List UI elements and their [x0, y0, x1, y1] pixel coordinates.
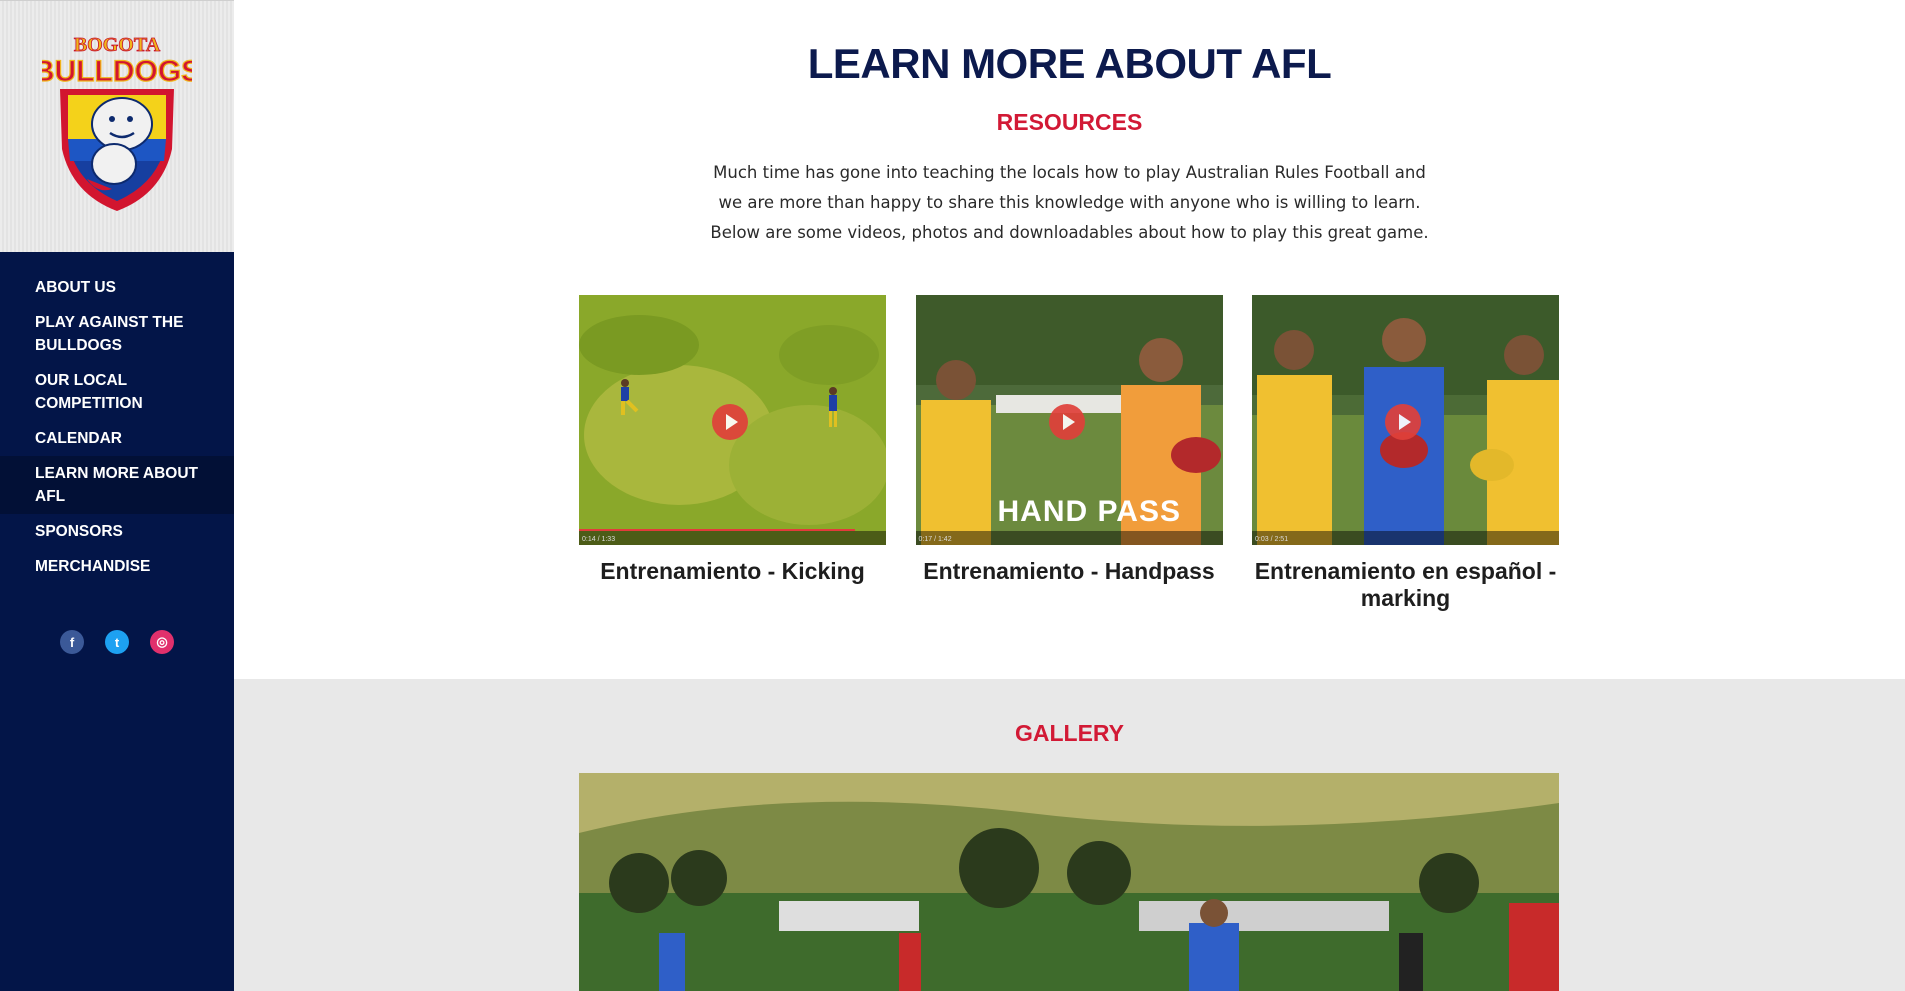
nav-item-sponsors[interactable]: SPONSORS — [0, 514, 234, 549]
video-list: 0:14 / 1:33 Entrenamiento - Kicking HAND… — [579, 295, 1559, 612]
nav-item-play-against[interactable]: PLAY AGAINST THE BULLDOGS — [0, 305, 234, 363]
play-icon[interactable] — [712, 404, 748, 440]
video-player-handpass[interactable]: HAND PASS 0:17 / 1:42 — [915, 295, 1223, 545]
bogota-bulldogs-logo[interactable]: BOGOTA BULLDOGS — [42, 29, 192, 219]
video-title[interactable]: Entrenamiento - Handpass — [916, 558, 1223, 585]
social-links: f t ◎ — [0, 630, 234, 654]
twitter-icon[interactable]: t — [105, 630, 129, 654]
video-controls: 0:03 / 2:51 — [1252, 531, 1559, 545]
gallery-heading: GALLERY — [1014, 720, 1125, 746]
nav-item-about-us[interactable]: ABOUT US — [0, 270, 234, 305]
video-title[interactable]: Entrenamiento en español - marking — [1252, 558, 1559, 612]
logo-area: BOGOTA BULLDOGS — [0, 0, 234, 252]
play-icon[interactable] — [1048, 404, 1085, 440]
video-controls: 0:14 / 1:33 — [579, 531, 886, 545]
video-card-handpass: HAND PASS 0:17 / 1:42 Entrenamiento - Ha… — [915, 295, 1223, 612]
nav-item-local-competition[interactable]: OUR LOCAL COMPETITION — [0, 363, 234, 421]
video-player-marking[interactable]: 0:03 / 2:51 — [1252, 295, 1559, 545]
video-overlay-text: HAND PASS — [997, 495, 1181, 528]
video-time: 0:14 / 1:33 — [582, 536, 616, 543]
logo-text-bulldogs: BULLDOGS — [42, 55, 192, 88]
gallery-section: GALLERY — [234, 679, 1905, 991]
sidebar: BOGOTA BULLDOGS ABOUT US PLAY AGAINST TH… — [0, 0, 234, 991]
video-controls: 0:17 / 1:42 — [915, 531, 1223, 545]
video-time: 0:03 / 2:51 — [1255, 536, 1289, 543]
main-content: LEARN MORE ABOUT AFL RESOURCES Much time… — [234, 0, 1905, 991]
resources-heading: RESOURCES — [996, 109, 1143, 135]
video-card-kicking: 0:14 / 1:33 Entrenamiento - Kicking — [579, 295, 886, 612]
instagram-icon[interactable]: ◎ — [150, 630, 174, 654]
nav-item-merchandise[interactable]: MERCHANDISE — [0, 549, 234, 584]
main-nav: ABOUT US PLAY AGAINST THE BULLDOGS OUR L… — [0, 270, 234, 584]
video-time: 0:17 / 1:42 — [918, 536, 952, 543]
nav-item-calendar[interactable]: CALENDAR — [0, 421, 234, 456]
gallery-image[interactable] — [579, 773, 1559, 991]
facebook-icon[interactable]: f — [60, 630, 84, 654]
nav-item-learn-afl[interactable]: LEARN MORE ABOUT AFL — [0, 456, 234, 514]
intro-text: Much time has gone into teaching the loc… — [710, 163, 1429, 242]
video-card-marking: 0:03 / 2:51 Entrenamiento en español - m… — [1252, 295, 1559, 612]
video-player-kicking[interactable]: 0:14 / 1:33 — [579, 295, 886, 545]
play-icon[interactable] — [1385, 404, 1421, 440]
video-title[interactable]: Entrenamiento - Kicking — [579, 558, 886, 585]
logo-text-bogota: BOGOTA — [74, 34, 161, 56]
gallery-photo — [579, 773, 1559, 991]
page-title: LEARN MORE ABOUT AFL — [807, 40, 1332, 87]
